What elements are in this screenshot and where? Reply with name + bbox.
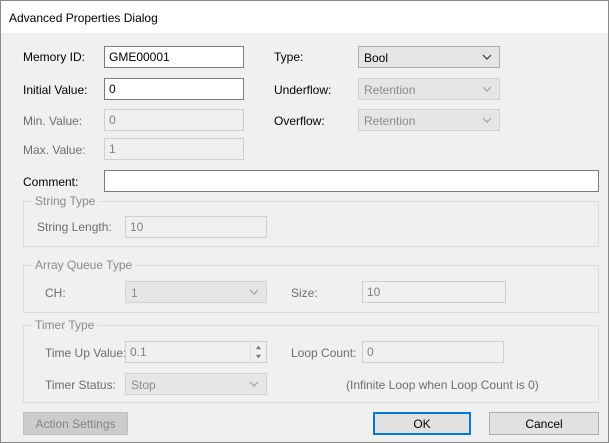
arrow-up-icon[interactable]: [254, 343, 263, 352]
overflow-select-value: Retention: [364, 114, 416, 128]
action-settings-button[interactable]: Action Settings: [23, 412, 128, 435]
type-label: Type:: [274, 50, 304, 64]
initial-value-input[interactable]: 0: [104, 78, 244, 100]
comment-label: Comment:: [23, 175, 79, 189]
initial-value-label: Initial Value:: [23, 83, 88, 97]
chevron-down-icon: [482, 117, 492, 123]
memory-id-input[interactable]: GME00001: [104, 46, 244, 68]
chevron-down-icon: [249, 289, 259, 295]
timer-type-title: Timer Type: [32, 318, 98, 332]
string-length-input[interactable]: 10: [125, 216, 267, 238]
timer-type-group: Timer Type Time Up Value: 0.1 Loop Count…: [23, 318, 599, 403]
memory-id-label: Memory ID:: [23, 50, 86, 64]
cancel-button[interactable]: Cancel: [489, 412, 599, 435]
dialog-title: Advanced Properties Dialog: [9, 11, 158, 25]
timer-status-value: Stop: [131, 378, 156, 392]
chevron-down-icon: [482, 54, 492, 60]
type-select[interactable]: Bool: [358, 46, 500, 68]
underflow-select[interactable]: Retention: [358, 78, 500, 100]
size-label: Size:: [291, 286, 318, 300]
time-up-value: 0.1: [130, 345, 147, 359]
array-queue-title: Array Queue Type: [32, 258, 136, 272]
chevron-down-icon: [249, 381, 259, 387]
time-up-spinner[interactable]: [250, 342, 266, 362]
timer-status-label: Timer Status:: [45, 378, 116, 392]
loop-count-input[interactable]: 0: [362, 341, 504, 363]
comment-input[interactable]: [104, 170, 599, 192]
ch-select[interactable]: 1: [125, 281, 267, 303]
time-up-input[interactable]: 0.1: [125, 341, 267, 363]
max-value-input[interactable]: 1: [104, 138, 244, 160]
dialog-window: Advanced Properties Dialog Memory ID: GM…: [0, 0, 609, 443]
underflow-label: Underflow:: [274, 83, 332, 97]
ch-select-value: 1: [131, 286, 138, 300]
string-type-title: String Type: [32, 194, 99, 208]
size-input[interactable]: 10: [362, 281, 506, 303]
title-bar[interactable]: Advanced Properties Dialog: [1, 1, 608, 33]
overflow-label: Overflow:: [274, 114, 325, 128]
loop-note: (Infinite Loop when Loop Count is 0): [346, 378, 539, 392]
max-value-label: Max. Value:: [23, 143, 86, 157]
arrow-down-icon[interactable]: [254, 352, 263, 361]
loop-count-label: Loop Count:: [291, 346, 357, 360]
string-length-label: String Length:: [37, 220, 112, 234]
ok-button[interactable]: OK: [373, 412, 471, 435]
underflow-select-value: Retention: [364, 83, 416, 97]
time-up-label: Time Up Value:: [45, 346, 127, 360]
ch-label: CH:: [45, 286, 66, 300]
chevron-down-icon: [482, 86, 492, 92]
array-queue-group: Array Queue Type CH: 1 Size: 10: [23, 258, 599, 313]
overflow-select[interactable]: Retention: [358, 109, 500, 131]
timer-status-select[interactable]: Stop: [125, 373, 267, 395]
min-value-input[interactable]: 0: [104, 109, 244, 131]
min-value-label: Min. Value:: [23, 114, 83, 128]
type-select-value: Bool: [364, 51, 389, 65]
string-type-group: String Type String Length: 10: [23, 194, 599, 247]
dialog-body: Memory ID: GME00001 Initial Value: 0 Min…: [1, 33, 608, 442]
